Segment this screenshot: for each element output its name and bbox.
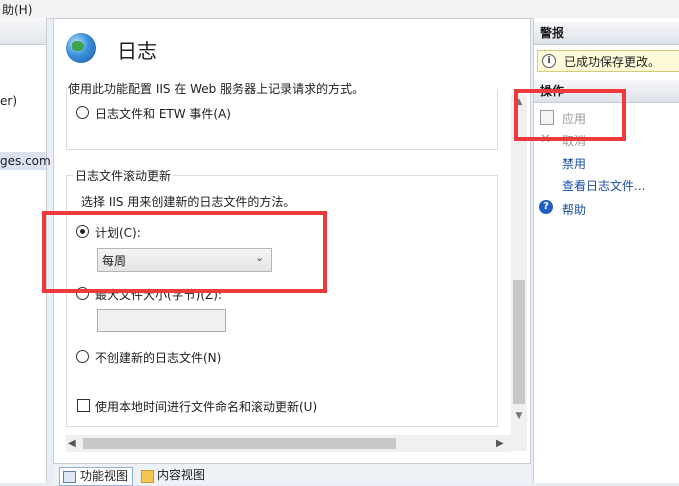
log-etw-label[interactable]: 日志文件和 ETW 事件(A): [95, 105, 231, 122]
scroll-left-icon[interactable]: ◀: [68, 435, 76, 452]
tab-content-view[interactable]: 内容视图: [139, 467, 209, 484]
vertical-scroll-thumb[interactable]: [513, 280, 525, 404]
help-icon: ?: [539, 200, 553, 214]
tab-content-label: 内容视图: [157, 468, 206, 482]
alert-message: 已成功保存更改。: [564, 55, 661, 69]
actions-pane: 警报 i 已成功保存更改。 操作 应用 ✕ 取消 禁用 查看日志文件... ? …: [533, 18, 679, 483]
local-time-label[interactable]: 使用本地时间进行文件命名和滚动更新(U): [95, 398, 317, 415]
alerts-title: 警报: [540, 26, 565, 40]
content-view-icon: [141, 470, 154, 483]
menu-item-help[interactable]: 助(H): [2, 1, 32, 18]
rollover-description: 选择 IIS 用来创建新的日志文件的方法。: [81, 195, 296, 209]
rollover-group-title: 日志文件滚动更新: [73, 167, 174, 184]
tab-features-view[interactable]: 功能视图: [59, 467, 134, 486]
horizontal-scrollbar[interactable]: ◀ ▶: [66, 435, 511, 452]
view-tab-bar: 功能视图 内容视图: [53, 463, 531, 486]
tree-node-selected[interactable]: ges.com: [0, 152, 51, 170]
info-icon: i: [542, 54, 556, 68]
view-log-files-action[interactable]: 查看日志文件...: [562, 177, 645, 194]
connections-tree-panel: er) ges.com: [0, 18, 51, 483]
scroll-right-icon[interactable]: ▶: [496, 435, 504, 452]
disable-action[interactable]: 禁用: [562, 155, 586, 172]
max-size-input[interactable]: [97, 309, 226, 332]
connections-header: [0, 18, 46, 45]
annotation-highlight-apply: [514, 89, 626, 141]
page-title: 日志: [117, 39, 157, 63]
features-view-icon: [63, 471, 76, 483]
no-create-label[interactable]: 不创建新的日志文件(N): [95, 349, 221, 366]
tree-node[interactable]: er): [0, 94, 17, 108]
horizontal-scroll-thumb[interactable]: [83, 438, 396, 449]
globe-icon: [66, 33, 96, 63]
alerts-header: 警报: [534, 22, 679, 45]
alert-message-box: i 已成功保存更改。: [537, 50, 679, 72]
no-create-radio[interactable]: [76, 350, 89, 363]
tab-features-label: 功能视图: [80, 469, 129, 483]
local-time-checkbox[interactable]: [77, 399, 90, 412]
vertical-scrollbar[interactable]: ▲ ▼: [511, 94, 527, 451]
menu-bar: 助(H): [0, 0, 679, 19]
scroll-down-icon[interactable]: ▼: [511, 408, 527, 424]
log-etw-radio[interactable]: [76, 106, 89, 119]
annotation-highlight-schedule: [42, 211, 327, 293]
help-action[interactable]: 帮助: [562, 201, 586, 218]
